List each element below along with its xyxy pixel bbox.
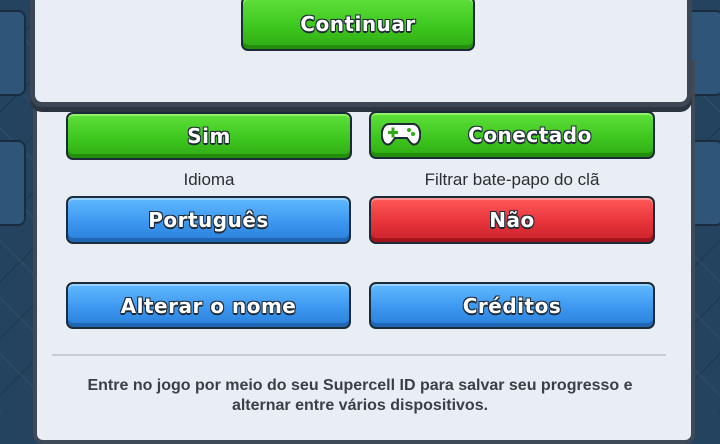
left-side-card-top (0, 10, 26, 96)
continue-button[interactable]: Continuar (241, 0, 475, 51)
chat-filter-value: Não (489, 208, 535, 232)
connected-label: Conectado (468, 123, 592, 147)
left-side-card-bottom (0, 140, 26, 226)
change-name-label: Alterar o nome (120, 293, 297, 318)
music-toggle-label: Sim (187, 124, 231, 148)
credits-label: Créditos (462, 293, 562, 318)
continue-button-label: Continuar (300, 11, 416, 36)
credits-button[interactable]: Créditos (369, 282, 655, 329)
chat-filter-caption: Filtrar bate-papo do clã (424, 170, 600, 189)
supercell-id-info-text: Entre no jogo por meio do seu Supercell … (87, 377, 633, 414)
language-value: Português (148, 208, 269, 232)
music-toggle-button[interactable]: Sim (66, 112, 352, 160)
change-name-button[interactable]: Alterar o nome (66, 282, 351, 329)
language-button[interactable]: Português (66, 196, 351, 244)
chat-filter-button[interactable]: Não (369, 196, 655, 244)
language-caption: Idioma (183, 170, 235, 189)
gamepad-icon (381, 123, 421, 146)
divider (52, 354, 666, 356)
